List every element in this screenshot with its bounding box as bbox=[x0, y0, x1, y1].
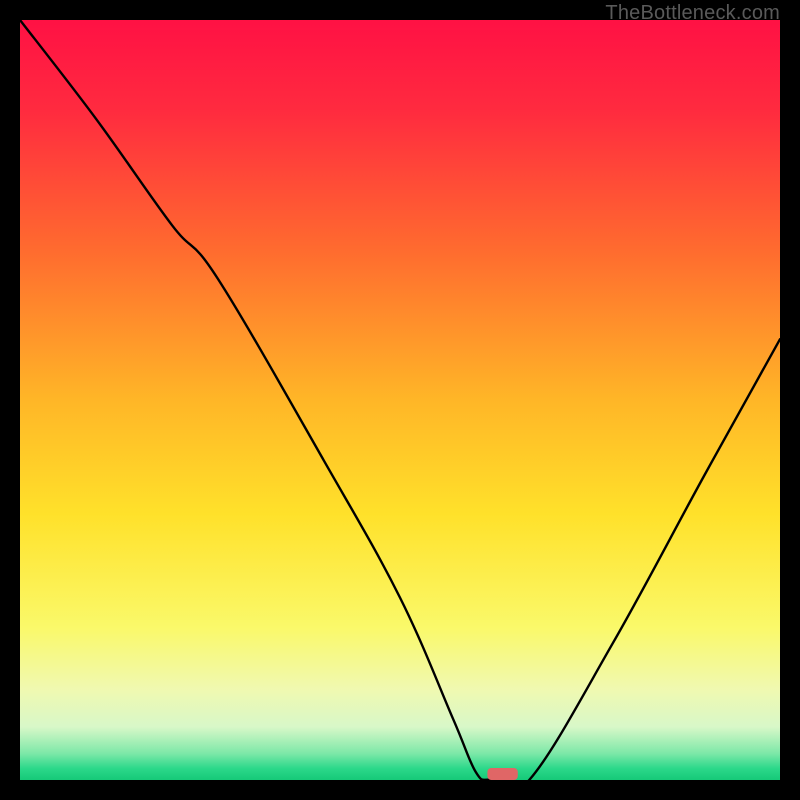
chart-container: TheBottleneck.com bbox=[0, 0, 800, 800]
watermark-label: TheBottleneck.com bbox=[605, 2, 780, 25]
bottleneck-chart bbox=[20, 20, 780, 780]
optimal-marker bbox=[487, 768, 517, 780]
plot-area bbox=[20, 20, 780, 780]
gradient-background bbox=[20, 20, 780, 780]
